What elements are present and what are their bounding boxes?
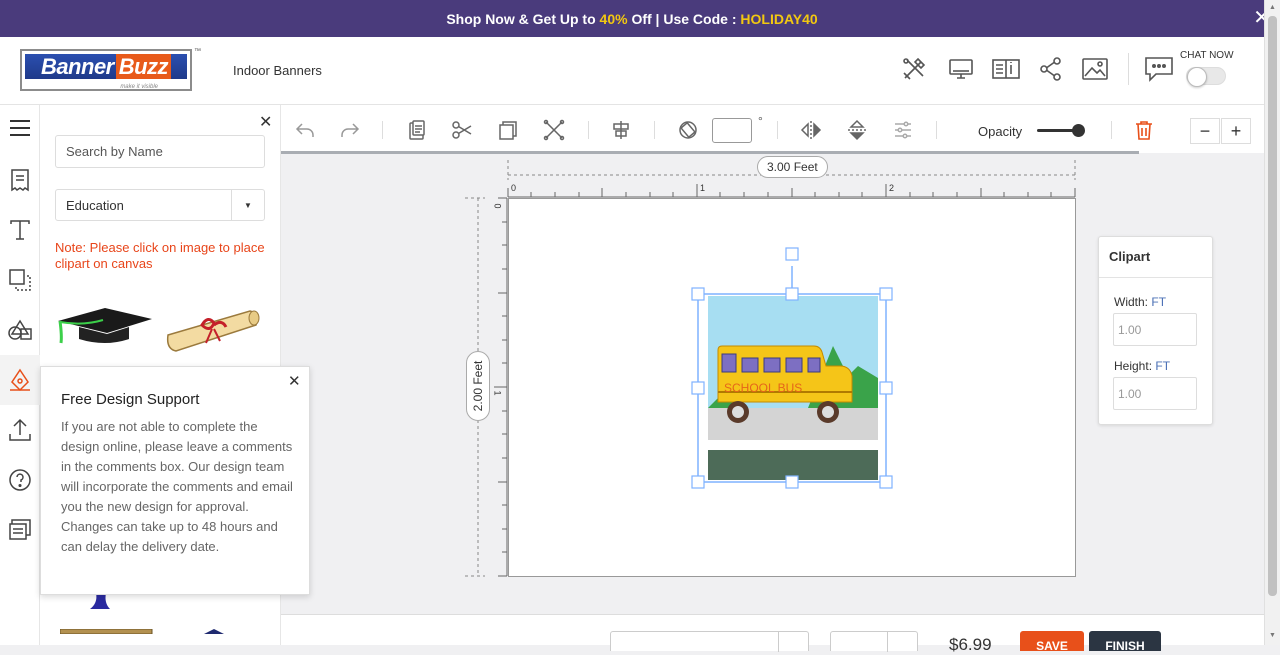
bottom-select-2[interactable] <box>830 631 918 652</box>
scrollbar-thumb[interactable] <box>1268 16 1277 596</box>
clipart-partial-cap[interactable] <box>202 621 226 639</box>
clipart-panel-title: Clipart <box>1109 249 1151 264</box>
clipart-properties-panel: Clipart Width: FT 1.00 Height: FT 1.00 <box>1098 236 1213 425</box>
ruler-y-label: 1 <box>492 390 503 396</box>
bottom-bar: $6.99 SAVE FINISH <box>281 614 1264 654</box>
clipart-panel-divider <box>1099 277 1212 278</box>
selection-handles[interactable] <box>690 246 900 490</box>
ruler-x-label: 2 <box>889 183 895 193</box>
finish-button[interactable]: FINISH <box>1089 631 1161 651</box>
popup-body: If you are not able to complete the desi… <box>61 419 293 554</box>
scroll-up-arrow-icon[interactable]: ▲ <box>1269 4 1276 11</box>
ruler-x-label: 0 <box>511 183 517 193</box>
clipart-width-input[interactable]: 1.00 <box>1113 313 1197 346</box>
height-dimension-label: 2.00 Feet <box>471 360 485 412</box>
width-label: Width: FT <box>1114 295 1167 309</box>
height-label: Height: FT <box>1114 359 1171 373</box>
clipart-height-input[interactable]: 1.00 <box>1113 377 1197 410</box>
width-dimension-badge: 3.00 Feet <box>757 156 828 178</box>
price-label: $6.99 <box>949 635 992 654</box>
height-dimension-badge: 2.00 Feet <box>466 351 490 421</box>
popup-close-icon[interactable]: ✕ <box>288 372 301 390</box>
popup-title: Free Design Support <box>61 391 200 408</box>
clipart-partial-item[interactable] <box>59 621 155 639</box>
ruler-y-label: 0 <box>492 203 503 209</box>
save-button[interactable]: SAVE <box>1020 631 1084 651</box>
ruler-x-label: 1 <box>700 183 706 193</box>
page-scrollbar[interactable]: ▲ ▼ <box>1264 0 1280 645</box>
bottom-select-1[interactable] <box>610 631 809 652</box>
scroll-down-arrow-icon[interactable]: ▼ <box>1269 632 1276 639</box>
free-design-support-popup: ✕ Free Design Support If you are not abl… <box>40 366 310 595</box>
